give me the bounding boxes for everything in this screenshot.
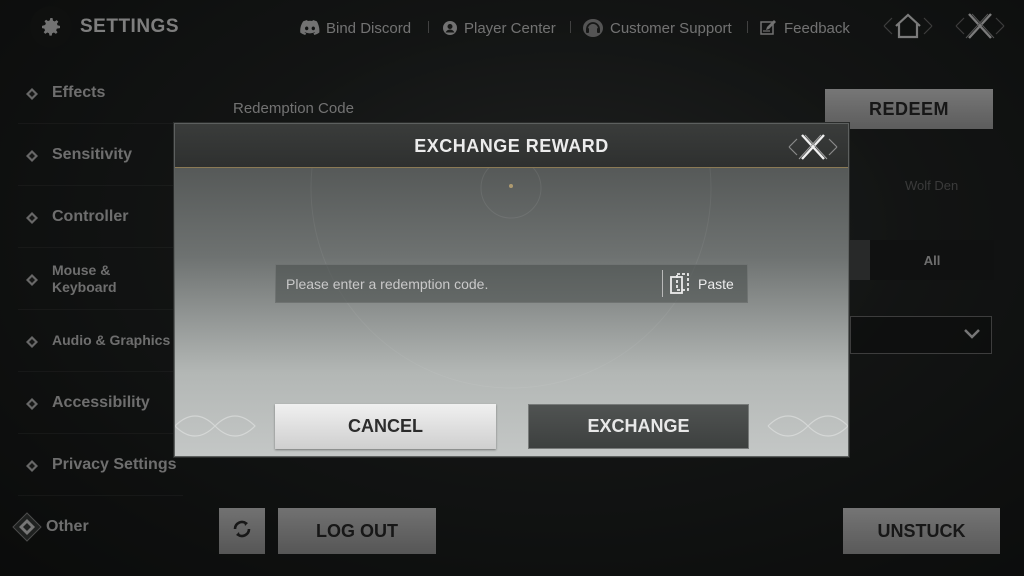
- redemption-code-input[interactable]: [276, 265, 658, 302]
- paste-label: Paste: [698, 275, 734, 292]
- cancel-button[interactable]: CANCEL: [275, 404, 496, 449]
- dialog-title: EXCHANGE REWARD: [414, 135, 609, 156]
- exchange-button[interactable]: EXCHANGE: [528, 404, 749, 449]
- close-icon: [798, 134, 828, 160]
- redemption-code-field: Paste: [275, 264, 748, 303]
- dialog-header: EXCHANGE REWARD: [175, 124, 848, 168]
- paste-button[interactable]: Paste: [668, 265, 748, 302]
- exchange-reward-dialog: EXCHANGE REWARD Paste CANCEL EXCHANGE: [174, 123, 849, 457]
- clipboard-icon: [668, 272, 692, 296]
- dialog-close-button[interactable]: [785, 128, 841, 166]
- paste-divider: [662, 270, 663, 297]
